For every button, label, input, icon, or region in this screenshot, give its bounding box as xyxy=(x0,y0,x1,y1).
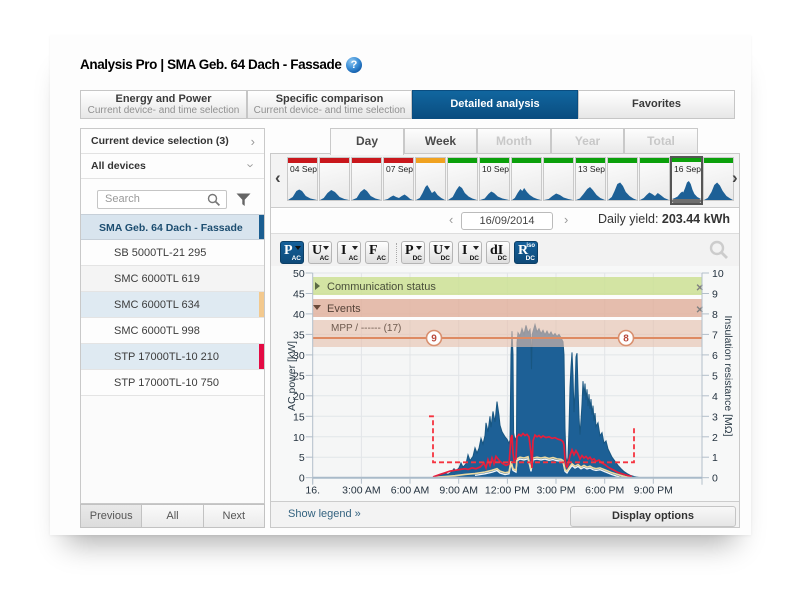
svg-text:9: 9 xyxy=(431,334,437,345)
svg-text:35: 35 xyxy=(293,329,305,341)
svg-text:5: 5 xyxy=(299,452,305,464)
svg-text:4: 4 xyxy=(712,391,718,403)
svg-text:0: 0 xyxy=(712,473,718,485)
svg-text:9:00 AM: 9:00 AM xyxy=(439,485,478,497)
svg-text:9: 9 xyxy=(712,289,718,301)
svg-text:MPP / ------ (17): MPP / ------ (17) xyxy=(331,323,401,334)
svg-text:2: 2 xyxy=(712,432,718,444)
svg-text:8: 8 xyxy=(623,334,629,345)
svg-text:40: 40 xyxy=(293,309,305,321)
svg-text:45: 45 xyxy=(293,289,305,301)
svg-text:AC power [kW]: AC power [kW] xyxy=(286,341,298,411)
svg-text:6: 6 xyxy=(712,350,718,362)
svg-text:9:00 PM: 9:00 PM xyxy=(634,485,673,497)
svg-text:8: 8 xyxy=(712,309,718,321)
svg-text:10: 10 xyxy=(293,432,305,444)
svg-text:50: 50 xyxy=(293,268,305,280)
svg-text:6:00 PM: 6:00 PM xyxy=(585,485,624,497)
svg-text:0: 0 xyxy=(299,473,305,485)
svg-text:Insulation resistance [MΩ]: Insulation resistance [MΩ] xyxy=(722,315,734,436)
svg-text:Communication status: Communication status xyxy=(327,281,436,293)
svg-text:3: 3 xyxy=(712,411,718,423)
svg-text:✕: ✕ xyxy=(696,283,704,294)
svg-text:3:00 AM: 3:00 AM xyxy=(342,485,381,497)
svg-text:12:00 PM: 12:00 PM xyxy=(485,485,530,497)
svg-text:3:00 PM: 3:00 PM xyxy=(536,485,575,497)
svg-text:1: 1 xyxy=(712,452,718,464)
svg-text:6:00 AM: 6:00 AM xyxy=(391,485,430,497)
svg-text:15: 15 xyxy=(293,411,305,423)
svg-text:10: 10 xyxy=(712,268,724,280)
svg-text:7: 7 xyxy=(712,329,718,341)
svg-text:5: 5 xyxy=(712,370,718,382)
svg-text:16.: 16. xyxy=(305,485,320,497)
svg-text:Events: Events xyxy=(327,303,361,315)
